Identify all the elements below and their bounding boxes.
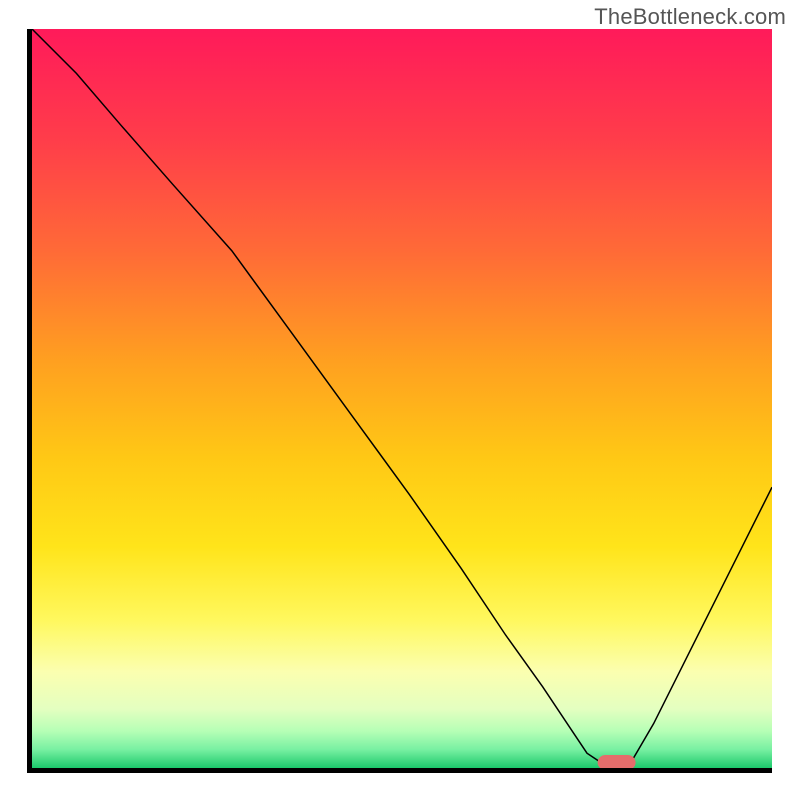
chart-frame: TheBottleneck.com [0,0,800,800]
axis-x [27,768,772,773]
plot-svg [32,29,772,768]
gradient-background [32,29,772,768]
optimal-marker [598,755,636,768]
plot-area [32,29,772,768]
watermark-text: TheBottleneck.com [594,4,786,30]
